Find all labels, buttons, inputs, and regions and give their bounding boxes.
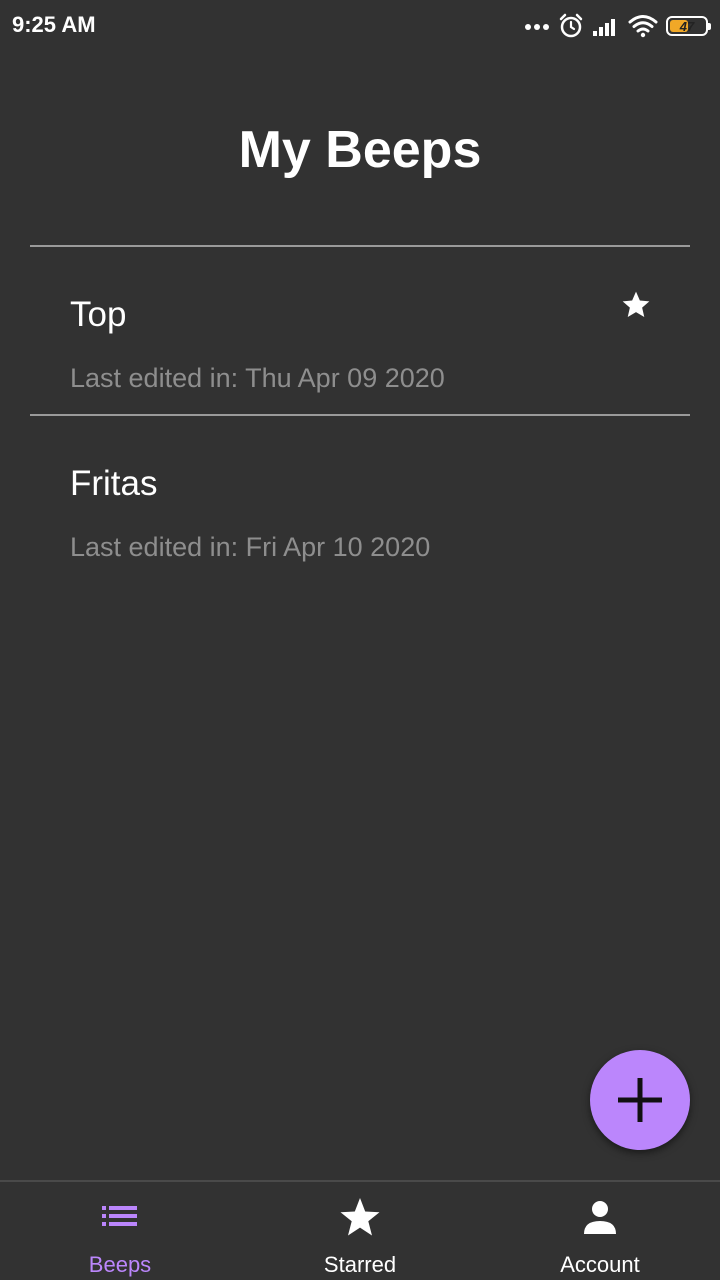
list-icon: [102, 1206, 137, 1226]
battery-level: 47: [679, 18, 695, 34]
status-bar: 9:25 AM 47: [0, 0, 720, 52]
beep-title: Fritas: [70, 464, 158, 503]
beep-title: Top: [70, 295, 127, 334]
person-icon: [584, 1201, 616, 1234]
screen: 9:25 AM 47 My Beeps Top Last edited in: …: [0, 0, 720, 1280]
page-title: My Beeps: [238, 121, 482, 179]
alarm-icon: [559, 13, 583, 38]
beep-list-item[interactable]: Fritas Last edited in: Fri Apr 10 2020: [30, 416, 690, 584]
bottom-navigation: Beeps Starred Account: [0, 1180, 720, 1280]
nav-item-beeps[interactable]: Beeps: [0, 1182, 240, 1280]
nav-label-account: Account: [560, 1252, 640, 1277]
wifi-icon: [628, 15, 658, 38]
nav-item-starred[interactable]: Starred: [240, 1182, 480, 1280]
plus-icon: [618, 1078, 662, 1122]
battery-icon: 47: [666, 16, 711, 36]
add-beep-button[interactable]: [590, 1050, 690, 1150]
signal-icon: [593, 19, 615, 36]
beep-last-edited: Last edited in: Fri Apr 10 2020: [70, 532, 431, 562]
star-icon[interactable]: [620, 289, 652, 321]
nav-label-starred: Starred: [323, 1252, 397, 1277]
status-icons: 47: [524, 10, 711, 42]
nav-label-beeps: Beeps: [88, 1252, 152, 1277]
beep-list-item[interactable]: Top Last edited in: Thu Apr 09 2020: [30, 247, 690, 415]
beep-last-edited: Last edited in: Thu Apr 09 2020: [70, 363, 445, 393]
dots-icon: [525, 24, 549, 30]
nav-item-account[interactable]: Account: [480, 1182, 720, 1280]
status-time: 9:25 AM: [12, 12, 96, 37]
star-icon: [340, 1198, 380, 1236]
